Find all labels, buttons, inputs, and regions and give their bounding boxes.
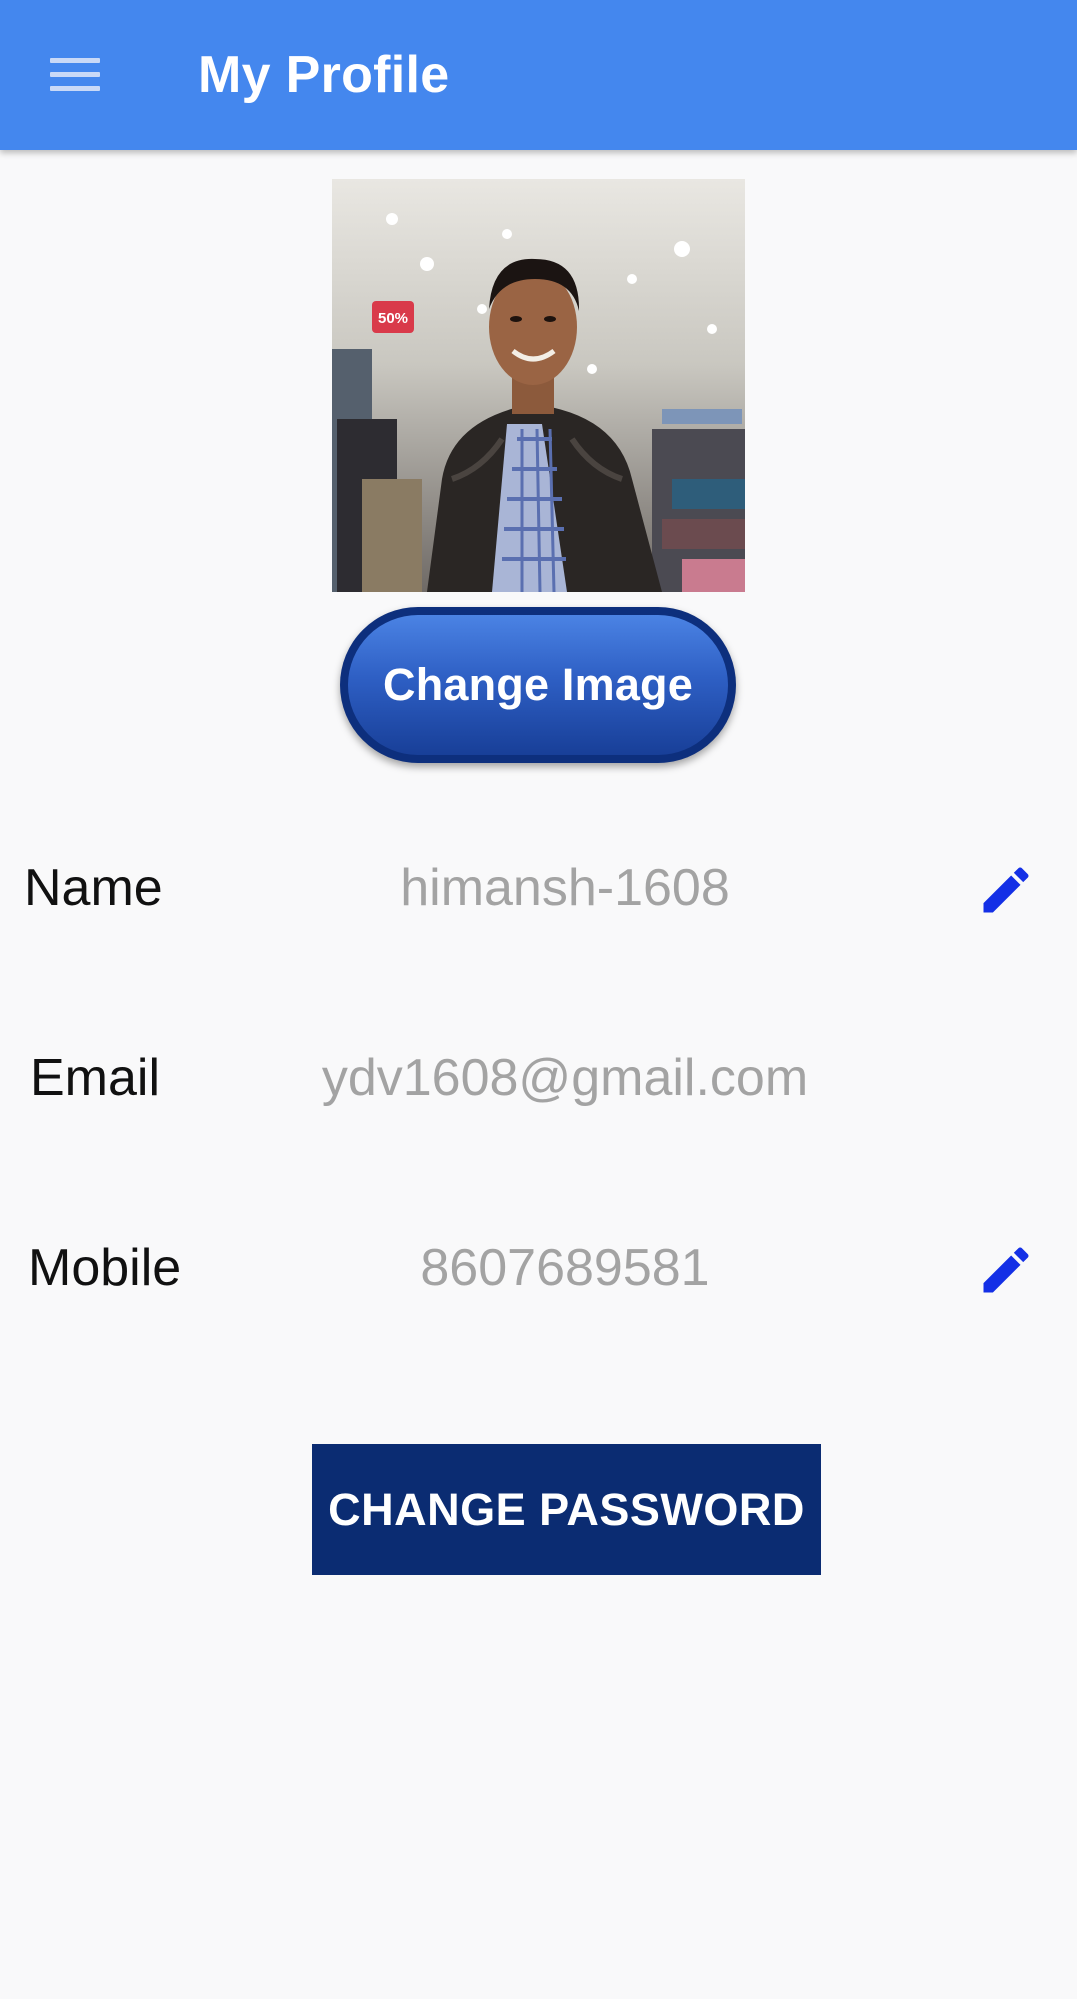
hamburger-menu-icon bbox=[50, 58, 100, 91]
name-row: Name himansh-1608 bbox=[0, 843, 1077, 933]
email-label: Email bbox=[30, 1049, 161, 1107]
edit-name-button[interactable] bbox=[976, 860, 1036, 920]
pencil-edit-icon bbox=[983, 867, 1029, 913]
name-label: Name bbox=[24, 859, 163, 917]
mobile-label: Mobile bbox=[28, 1239, 182, 1297]
email-row: Email ydv1608@gmail.com bbox=[0, 1033, 1077, 1123]
name-value: himansh-1608 bbox=[400, 859, 730, 917]
change-password-button[interactable]: CHANGE PASSWORD bbox=[312, 1444, 821, 1575]
app-bar: My Profile bbox=[0, 0, 1077, 150]
mobile-row: Mobile 8607689581 bbox=[0, 1223, 1077, 1313]
mobile-value: 8607689581 bbox=[420, 1239, 710, 1297]
avatar: 50% bbox=[332, 179, 745, 592]
svg-text:50%: 50% bbox=[378, 310, 408, 327]
profile-photo: 50% bbox=[332, 179, 745, 592]
page-title: My Profile bbox=[198, 46, 450, 104]
change-image-button[interactable]: Change Image bbox=[340, 607, 736, 763]
menu-button[interactable] bbox=[30, 35, 122, 115]
pencil-edit-icon bbox=[983, 1247, 1029, 1293]
email-value: ydv1608@gmail.com bbox=[321, 1049, 809, 1107]
change-image-label: Change Image bbox=[348, 615, 728, 755]
edit-mobile-button[interactable] bbox=[976, 1240, 1036, 1300]
